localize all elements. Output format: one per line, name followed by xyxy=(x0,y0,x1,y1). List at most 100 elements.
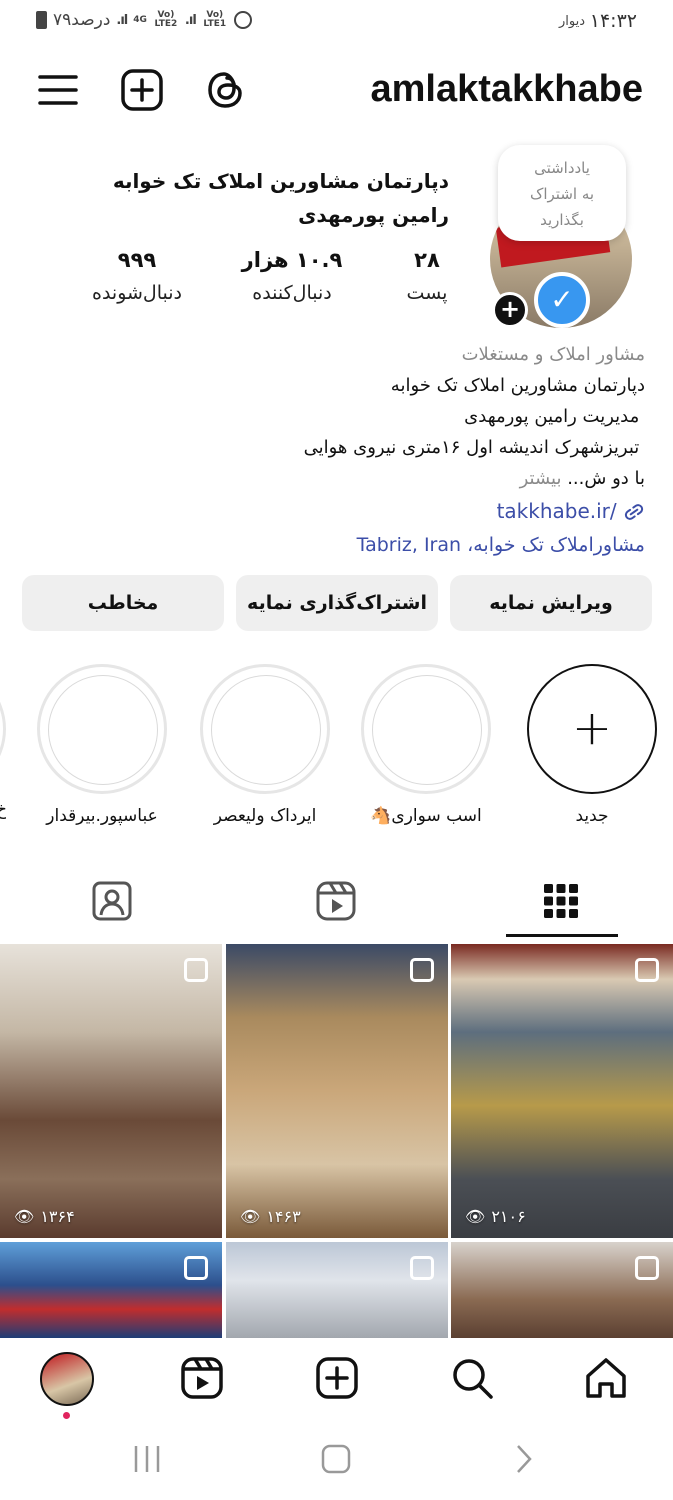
highlight-circle xyxy=(361,664,491,794)
highlight-label: خ xyxy=(0,800,6,820)
note-line-3: بگذارید xyxy=(540,211,584,229)
highlight-new[interactable]: + جدید xyxy=(527,664,657,826)
carousel-icon xyxy=(410,958,434,982)
verified-badge-icon: ✓ xyxy=(534,272,590,328)
alarm-icon xyxy=(233,11,252,29)
carousel-icon xyxy=(184,1256,208,1280)
tagged-icon xyxy=(92,881,132,921)
highlight-item[interactable]: عباسپور.بیرقدار xyxy=(37,664,167,826)
followers-count: ۱۰.۹ هزار xyxy=(241,248,343,272)
highlight-circle xyxy=(200,664,330,794)
share-profile-button[interactable]: اشتراک‌گذاری نمایه xyxy=(236,575,438,631)
status-time: ۱۴:۳۲ xyxy=(589,10,637,32)
carrier-label: دیوار xyxy=(558,14,585,29)
highlight-label: عباسپور.بیرقدار xyxy=(46,806,158,826)
threads-icon[interactable] xyxy=(204,68,248,112)
volte-lte1-label: Vo) LTE1 xyxy=(203,10,227,29)
post-thumbnail[interactable] xyxy=(451,1242,673,1338)
contact-button[interactable]: مخاطب xyxy=(22,575,224,631)
views-count: ۱۴۶۳ xyxy=(266,1207,301,1226)
home-button-icon[interactable] xyxy=(321,1444,351,1478)
highlight-label: ایرداک ولیعصر xyxy=(213,806,317,826)
profile-header: amlaktakkhabe xyxy=(0,58,673,124)
system-navigation-bar xyxy=(0,1420,673,1500)
posts-label: پست xyxy=(406,282,448,304)
views-count: ۱۳۶۴ xyxy=(40,1207,75,1226)
tab-reels[interactable] xyxy=(281,862,391,940)
posts-stat[interactable]: ۲۸ پست xyxy=(357,248,497,304)
highlight-item-partial[interactable]: خ xyxy=(0,664,6,824)
add-story-icon[interactable]: + xyxy=(492,292,528,328)
post-thumbnail[interactable]: 👁 ۱۳۶۴ xyxy=(0,944,222,1238)
highlight-new-circle: + xyxy=(527,664,657,794)
signal-icon-2: .ıl xyxy=(184,12,197,28)
reels-nav-icon[interactable] xyxy=(178,1354,226,1402)
tab-tagged[interactable] xyxy=(57,862,167,940)
status-left: ۷۹درصد .ıl 4G Vo) LTE2 .ıl Vo) LTE1 xyxy=(36,10,252,30)
carousel-icon xyxy=(635,958,659,982)
bio-line-3: تبریزشهرک اندیشه اول ۱۶متری نیروی هوایی xyxy=(303,437,645,458)
profile-link[interactable]: takkhabe.ir/ xyxy=(497,494,645,528)
highlight-circle xyxy=(37,664,167,794)
note-line-2: به اشتراک xyxy=(529,185,595,203)
back-icon[interactable] xyxy=(512,1444,536,1478)
highlight-item[interactable]: ایرداک ولیعصر xyxy=(200,664,330,826)
reels-icon xyxy=(316,881,356,921)
post-thumbnail[interactable] xyxy=(0,1242,222,1338)
notification-dot xyxy=(63,1412,70,1419)
following-count: ۹۹۹ xyxy=(117,248,157,272)
post-thumbnail[interactable]: 👁 ۱۴۶۳ xyxy=(226,944,448,1238)
grid-icon xyxy=(544,884,578,918)
plus-icon: + xyxy=(571,700,613,756)
highlight-item[interactable]: اسب سواری🐴 xyxy=(361,664,491,826)
volte-lte2-label: Vo) LTE2 xyxy=(154,10,178,29)
signal-icon: .ıl xyxy=(116,12,128,28)
profile-link-text: takkhabe.ir/ xyxy=(496,499,617,523)
battery-icon xyxy=(36,11,47,29)
carousel-icon xyxy=(635,1256,659,1280)
bio-more-link[interactable]: بیشتر xyxy=(520,468,562,489)
menu-icon[interactable] xyxy=(36,68,80,112)
new-post-icon[interactable] xyxy=(120,68,164,112)
profile-bio: مشاور املاک و مستغلات دپارتمان مشاورین ا… xyxy=(25,340,645,562)
create-post-icon[interactable] xyxy=(313,1354,361,1402)
eye-icon: 👁 xyxy=(14,1207,35,1226)
carousel-icon xyxy=(410,1256,434,1280)
profile-location[interactable]: مشاوراملاک تک خوابه، Tabriz, Iran xyxy=(25,528,645,562)
post-views: 👁 ۱۴۶۳ xyxy=(240,1207,301,1226)
active-tab-indicator xyxy=(506,934,618,937)
profile-nav-avatar[interactable] xyxy=(40,1352,94,1406)
bio-truncated-text: با دو ش... xyxy=(561,468,645,489)
link-icon xyxy=(624,504,644,520)
profile-category: مشاور املاک و مستغلات xyxy=(461,344,645,365)
profile-actions: ویرایش نمایه اشتراک‌گذاری نمایه مخاطب xyxy=(22,575,652,631)
profile-username[interactable]: amlaktakkhabe xyxy=(371,68,644,111)
following-stat[interactable]: ۹۹۹ دنبال‌شونده xyxy=(67,248,207,304)
views-count: ۲۱۰۶ xyxy=(491,1207,526,1226)
edit-profile-button[interactable]: ویرایش نمایه xyxy=(450,575,652,631)
followers-stat[interactable]: ۱۰.۹ هزار دنبال‌کننده xyxy=(222,248,362,304)
bio-line-4: با دو ش... بیشتر xyxy=(25,463,645,494)
highlight-label: اسب سواری🐴 xyxy=(370,806,482,826)
bio-line-1: دپارتمان مشاورین املاک تک خوابه xyxy=(390,375,645,396)
tab-posts-grid[interactable] xyxy=(506,862,616,940)
bio-link-row[interactable]: takkhabe.ir/ xyxy=(25,494,645,528)
following-label: دنبال‌شونده xyxy=(91,282,183,304)
posts-count: ۲۸ xyxy=(414,248,440,272)
search-icon[interactable] xyxy=(448,1354,496,1402)
post-thumbnail[interactable] xyxy=(226,1242,448,1338)
highlight-label: جدید xyxy=(575,806,609,826)
bottom-navigation xyxy=(0,1338,673,1420)
battery-text: ۷۹درصد xyxy=(53,10,111,30)
eye-icon: 👁 xyxy=(240,1207,261,1226)
status-bar: ۷۹درصد .ıl 4G Vo) LTE2 .ıl Vo) LTE1 دیوا… xyxy=(0,0,673,46)
home-icon[interactable] xyxy=(582,1354,630,1402)
note-bubble[interactable]: یادداشتی به اشتراک بگذارید xyxy=(498,145,626,241)
note-line-1: یادداشتی xyxy=(534,159,590,177)
carousel-icon xyxy=(184,958,208,982)
profile-full-name: دپارتمان مشاورین املاک تک خوابه رامین پو… xyxy=(112,169,449,227)
post-thumbnail[interactable]: 👁 ۲۱۰۶ xyxy=(451,944,673,1238)
network-type-label: 4G xyxy=(133,14,147,25)
highlight-circle xyxy=(0,664,6,794)
recent-apps-icon[interactable] xyxy=(130,1444,164,1478)
